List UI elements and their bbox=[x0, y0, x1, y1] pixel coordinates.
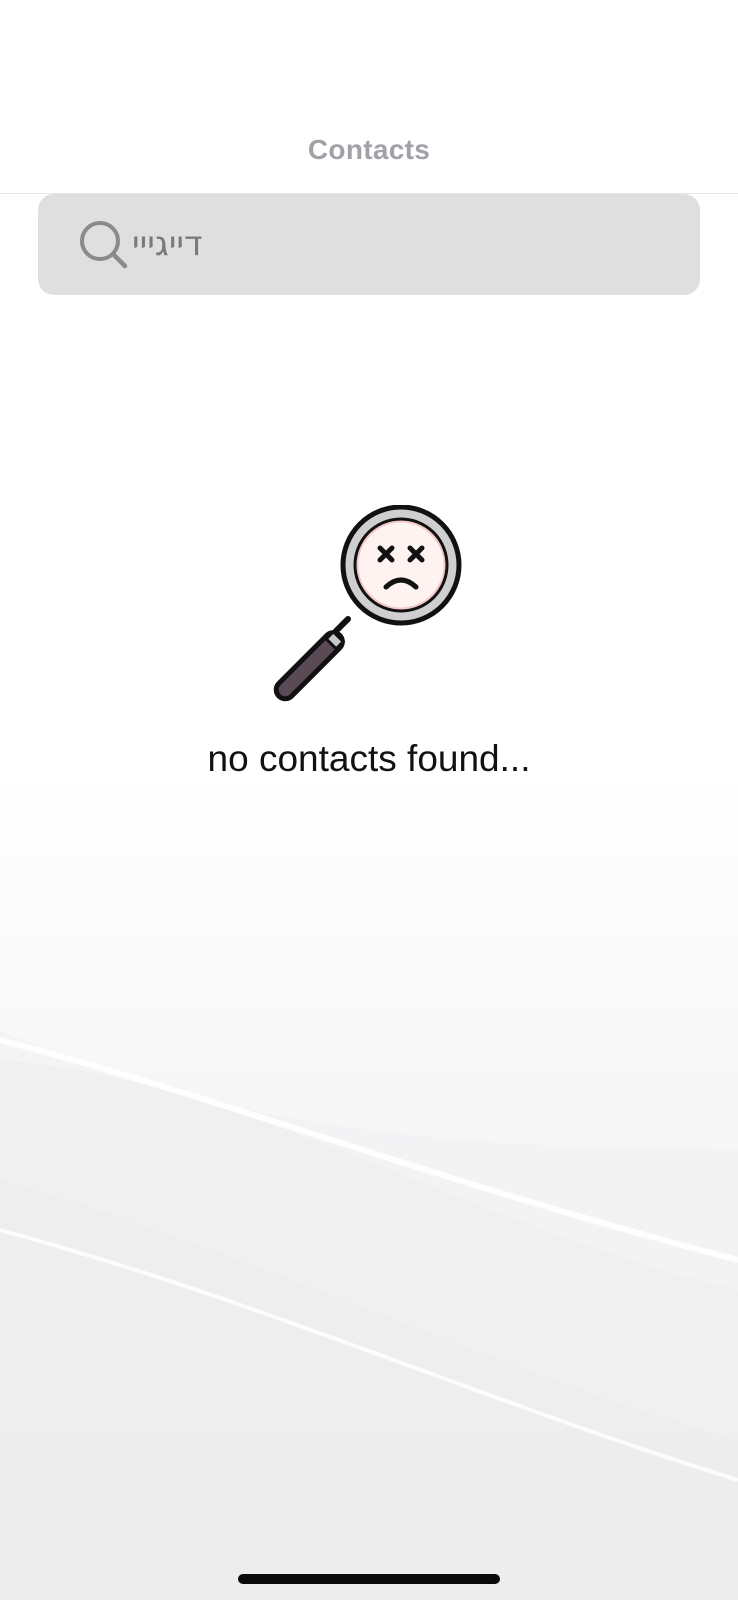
navigation-bar: Contacts bbox=[0, 0, 738, 194]
search-input[interactable] bbox=[130, 212, 672, 276]
search-icon bbox=[80, 221, 128, 269]
home-indicator[interactable] bbox=[238, 1574, 500, 1584]
empty-state-message: no contacts found... bbox=[207, 738, 531, 779]
page-title: Contacts bbox=[307, 134, 431, 165]
contacts-screen: Contacts no contacts found... bbox=[0, 0, 738, 1600]
sad-magnifier-icon bbox=[273, 505, 462, 702]
